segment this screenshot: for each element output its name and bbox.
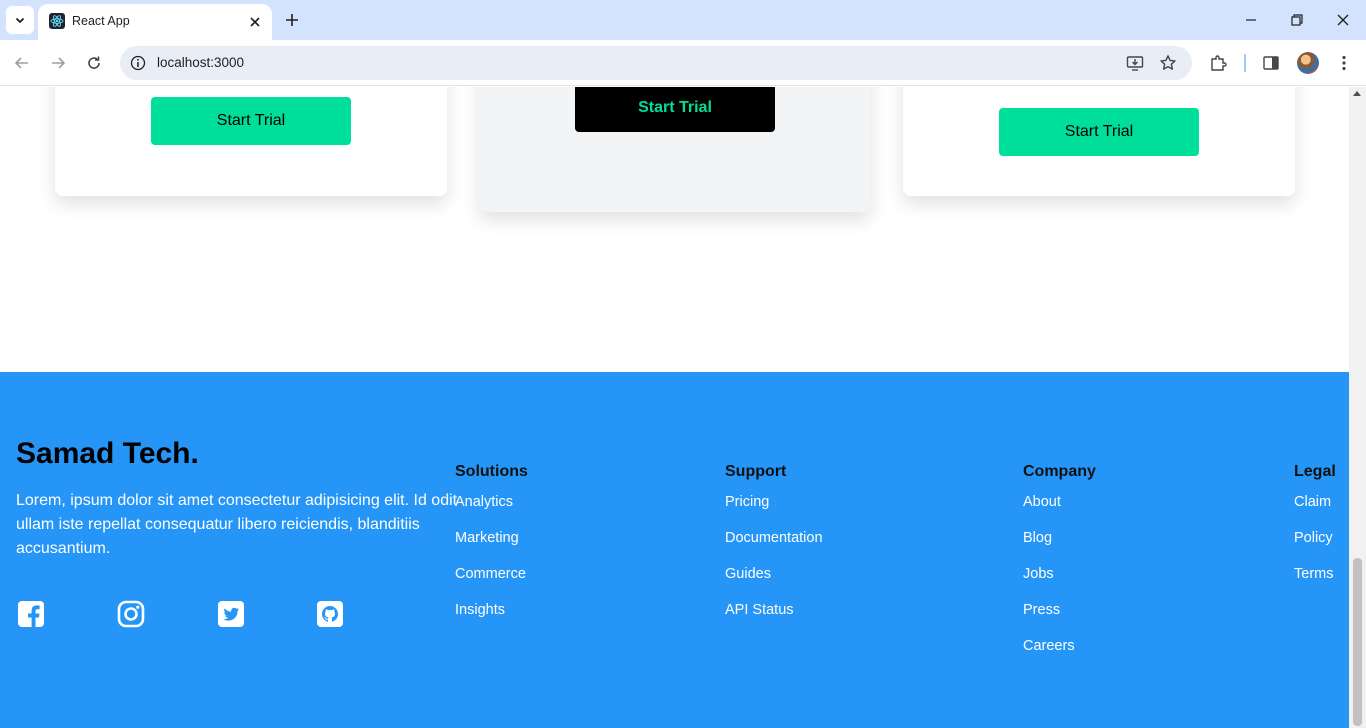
new-tab-button[interactable] (280, 8, 304, 32)
react-logo-icon (49, 13, 65, 29)
toolbar-separator (1244, 54, 1246, 72)
footer-link-documentation[interactable]: Documentation (725, 530, 823, 546)
forward-button[interactable] (45, 50, 71, 76)
facebook-icon[interactable] (16, 599, 46, 629)
footer-link-blog[interactable]: Blog (1023, 530, 1052, 546)
site-footer: Samad Tech. Lorem, ipsum dolor sit amet … (0, 372, 1349, 728)
url-text: localhost:3000 (157, 55, 245, 70)
install-app-icon[interactable] (1125, 53, 1145, 73)
footer-link-claim[interactable]: Claim (1294, 494, 1331, 510)
puzzle-icon (1211, 55, 1227, 71)
pricing-card-featured: Start Trial (479, 87, 871, 212)
start-trial-button[interactable]: Start Trial (151, 97, 351, 145)
close-window-button[interactable] (1331, 8, 1355, 32)
footer-link-marketing[interactable]: Marketing (455, 530, 519, 546)
footer-link-jobs[interactable]: Jobs (1023, 566, 1054, 582)
close-tab-icon[interactable] (246, 13, 264, 31)
footer-heading-legal: Legal (1294, 463, 1336, 480)
footer-heading-solutions: Solutions (455, 463, 528, 480)
footer-link-insights[interactable]: Insights (455, 602, 505, 618)
more-vertical-icon (1342, 55, 1346, 71)
page-scrollbar[interactable] (1349, 87, 1366, 728)
browser-menu-button[interactable] (1332, 51, 1356, 75)
chevron-down-icon (15, 17, 25, 24)
reload-button[interactable] (81, 50, 107, 76)
side-panel-icon (1263, 56, 1279, 70)
footer-link-policy[interactable]: Policy (1294, 530, 1333, 546)
pricing-card: Start Trial (55, 87, 447, 196)
reload-icon (88, 56, 100, 69)
footer-link-terms[interactable]: Terms (1294, 566, 1333, 582)
arrow-right-icon (52, 57, 66, 69)
start-trial-button[interactable]: Start Trial (999, 108, 1199, 156)
footer-link-commerce[interactable]: Commerce (455, 566, 526, 582)
instagram-icon[interactable] (116, 599, 146, 629)
scrollbar-thumb[interactable] (1353, 558, 1362, 726)
profile-avatar[interactable] (1297, 52, 1319, 74)
twitter-icon[interactable] (216, 599, 246, 629)
footer-description: Lorem, ipsum dolor sit amet consectetur … (16, 492, 458, 557)
restore-button[interactable] (1285, 8, 1309, 32)
close-icon (1337, 14, 1349, 26)
github-icon[interactable] (315, 599, 345, 629)
minimize-icon (1246, 19, 1256, 21)
pricing-card: Start Trial (903, 87, 1295, 196)
footer-link-api-status[interactable]: API Status (725, 602, 794, 618)
scroll-up-arrow-icon[interactable] (1353, 91, 1361, 96)
footer-link-pricing[interactable]: Pricing (725, 494, 769, 510)
browser-tab-active[interactable]: React App (38, 4, 272, 40)
browser-toolbar: localhost:3000 (0, 40, 1366, 86)
footer-heading-support: Support (725, 463, 787, 480)
restore-icon (1291, 14, 1303, 26)
browser-tab-bar: React App (0, 0, 1366, 40)
back-button[interactable] (9, 50, 35, 76)
plus-icon (286, 14, 298, 26)
footer-link-press[interactable]: Press (1023, 602, 1060, 618)
side-panel-button[interactable] (1259, 51, 1283, 75)
tab-search-button[interactable] (6, 6, 34, 34)
footer-link-guides[interactable]: Guides (725, 566, 771, 582)
footer-link-careers[interactable]: Careers (1023, 638, 1075, 654)
site-info-icon[interactable] (128, 53, 148, 73)
minimize-button[interactable] (1239, 8, 1263, 32)
bookmark-star-icon[interactable] (1158, 53, 1178, 73)
start-trial-button[interactable]: Start Trial (575, 87, 775, 132)
extensions-button[interactable] (1206, 51, 1230, 75)
tab-title: React App (72, 14, 130, 28)
footer-link-about[interactable]: About (1023, 494, 1061, 510)
address-bar[interactable]: localhost:3000 (120, 46, 1192, 80)
arrow-left-icon (14, 57, 28, 69)
footer-heading-company: Company (1023, 463, 1096, 480)
footer-brand: Samad Tech. (16, 437, 199, 470)
page-viewport: Start Trial Start Trial Start Trial Sama… (0, 87, 1349, 728)
footer-link-analytics[interactable]: Analytics (455, 494, 513, 510)
